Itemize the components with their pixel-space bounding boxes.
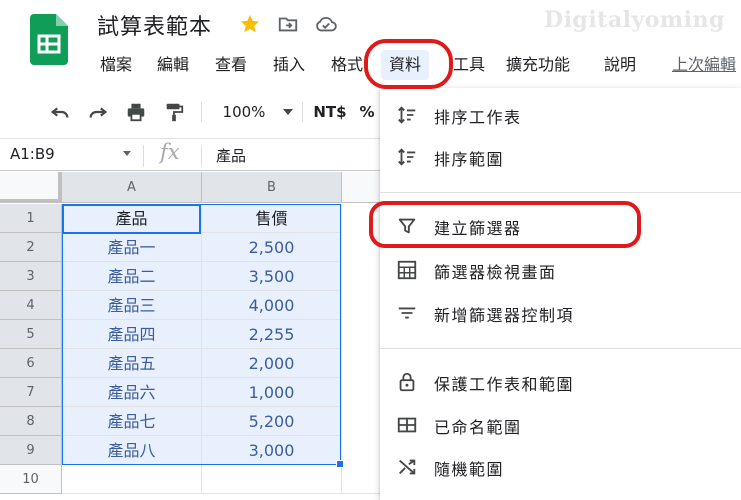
menu-edit[interactable]: 編輯 bbox=[157, 50, 189, 80]
column-header-c[interactable] bbox=[342, 172, 382, 203]
row-header-4[interactable]: 4 bbox=[0, 291, 62, 320]
watermark-text: Digitalyoming bbox=[544, 7, 725, 33]
redo-icon[interactable] bbox=[84, 100, 112, 124]
menu-extensions[interactable]: 擴充功能 bbox=[506, 50, 570, 80]
column-c-cells[interactable] bbox=[342, 204, 382, 494]
move-to-folder-icon[interactable] bbox=[276, 12, 300, 36]
menu-format[interactable]: 格式 bbox=[331, 50, 363, 80]
name-box-dropdown-icon[interactable] bbox=[123, 151, 131, 156]
formula-input[interactable]: 產品 bbox=[216, 145, 246, 166]
data-menu-dropdown: 排序工作表 排序範圍 建立篩選器 篩選器檢視畫面 新增篩選器控制項 保護工作表和… bbox=[380, 88, 741, 500]
menu-item-protect-sheets[interactable]: 保護工作表和範圍 bbox=[380, 362, 741, 402]
menu-item-label: 已命名範圍 bbox=[434, 418, 522, 437]
menu-item-label: 排序範圍 bbox=[434, 150, 505, 169]
percent-format-button[interactable]: % bbox=[359, 100, 375, 124]
undo-icon[interactable] bbox=[46, 100, 74, 124]
menu-tools[interactable]: 工具 bbox=[453, 50, 485, 80]
sort-range-icon bbox=[396, 146, 418, 168]
menu-item-randomize-range[interactable]: 隨機範圍 bbox=[380, 447, 741, 487]
dropdown-caret-icon[interactable] bbox=[281, 100, 295, 124]
menu-item-add-slicer[interactable]: 新增篩選器控制項 bbox=[380, 293, 741, 333]
name-box[interactable]: A1:B9 bbox=[10, 145, 55, 163]
row-header-8[interactable]: 8 bbox=[0, 407, 62, 436]
menu-item-label: 新增篩選器控制項 bbox=[434, 306, 575, 325]
row-header-3[interactable]: 3 bbox=[0, 262, 62, 291]
select-all-corner[interactable] bbox=[0, 172, 62, 203]
menu-help[interactable]: 說明 bbox=[604, 50, 636, 80]
highlight-create-filter-annotation bbox=[369, 201, 641, 248]
print-icon[interactable] bbox=[122, 100, 150, 124]
fx-icon: fx bbox=[160, 140, 180, 164]
row-header-2[interactable]: 2 bbox=[0, 233, 62, 262]
sheets-logo-icon[interactable] bbox=[30, 14, 68, 65]
row-header-9[interactable]: 9 bbox=[0, 436, 62, 465]
menu-item-label: 保護工作表和範圍 bbox=[434, 375, 575, 394]
document-title[interactable]: 試算表範本 bbox=[97, 9, 212, 41]
row-header-7[interactable]: 7 bbox=[0, 378, 62, 407]
column-header-a[interactable]: A bbox=[62, 172, 202, 203]
last-edit-link[interactable]: 上次編輯 bbox=[672, 50, 736, 80]
cloud-status-icon[interactable] bbox=[314, 12, 338, 36]
named-ranges-icon bbox=[396, 414, 418, 436]
shuffle-icon bbox=[396, 456, 418, 478]
row-header-5[interactable]: 5 bbox=[0, 320, 62, 349]
active-cell-border bbox=[62, 204, 201, 234]
paint-format-icon[interactable] bbox=[160, 100, 188, 124]
sort-sheet-icon bbox=[396, 104, 418, 126]
star-icon[interactable] bbox=[238, 12, 262, 36]
currency-format-button[interactable]: NT$ bbox=[311, 100, 349, 124]
menu-item-label: 篩選器檢視畫面 bbox=[434, 263, 557, 282]
menu-item-label: 隨機範圍 bbox=[434, 460, 505, 479]
selection-range-border bbox=[62, 204, 341, 465]
slicer-icon bbox=[396, 302, 418, 324]
row-header-10[interactable]: 10 bbox=[0, 465, 62, 494]
filter-views-icon bbox=[396, 259, 418, 281]
menu-file[interactable]: 檔案 bbox=[100, 50, 132, 80]
menu-item-filter-views[interactable]: 篩選器檢視畫面 bbox=[380, 250, 741, 290]
menu-view[interactable]: 查看 bbox=[215, 50, 247, 80]
cell-b10[interactable] bbox=[202, 465, 342, 494]
zoom-select[interactable]: 100% bbox=[220, 100, 268, 124]
menu-item-label: 排序工作表 bbox=[434, 108, 522, 127]
row-header-1[interactable]: 1 bbox=[0, 204, 62, 233]
column-header-b[interactable]: B bbox=[202, 172, 342, 203]
menu-insert[interactable]: 插入 bbox=[273, 50, 305, 80]
menu-item-sort-sheet[interactable]: 排序工作表 bbox=[380, 95, 741, 135]
cell-a10[interactable] bbox=[62, 465, 202, 494]
menu-item-sort-range[interactable]: 排序範圍 bbox=[380, 137, 741, 177]
highlight-data-menu-annotation bbox=[364, 39, 453, 89]
lock-icon bbox=[396, 371, 418, 393]
row-header-6[interactable]: 6 bbox=[0, 349, 62, 378]
menu-item-named-ranges[interactable]: 已命名範圍 bbox=[380, 405, 741, 445]
fill-handle[interactable] bbox=[336, 460, 344, 468]
